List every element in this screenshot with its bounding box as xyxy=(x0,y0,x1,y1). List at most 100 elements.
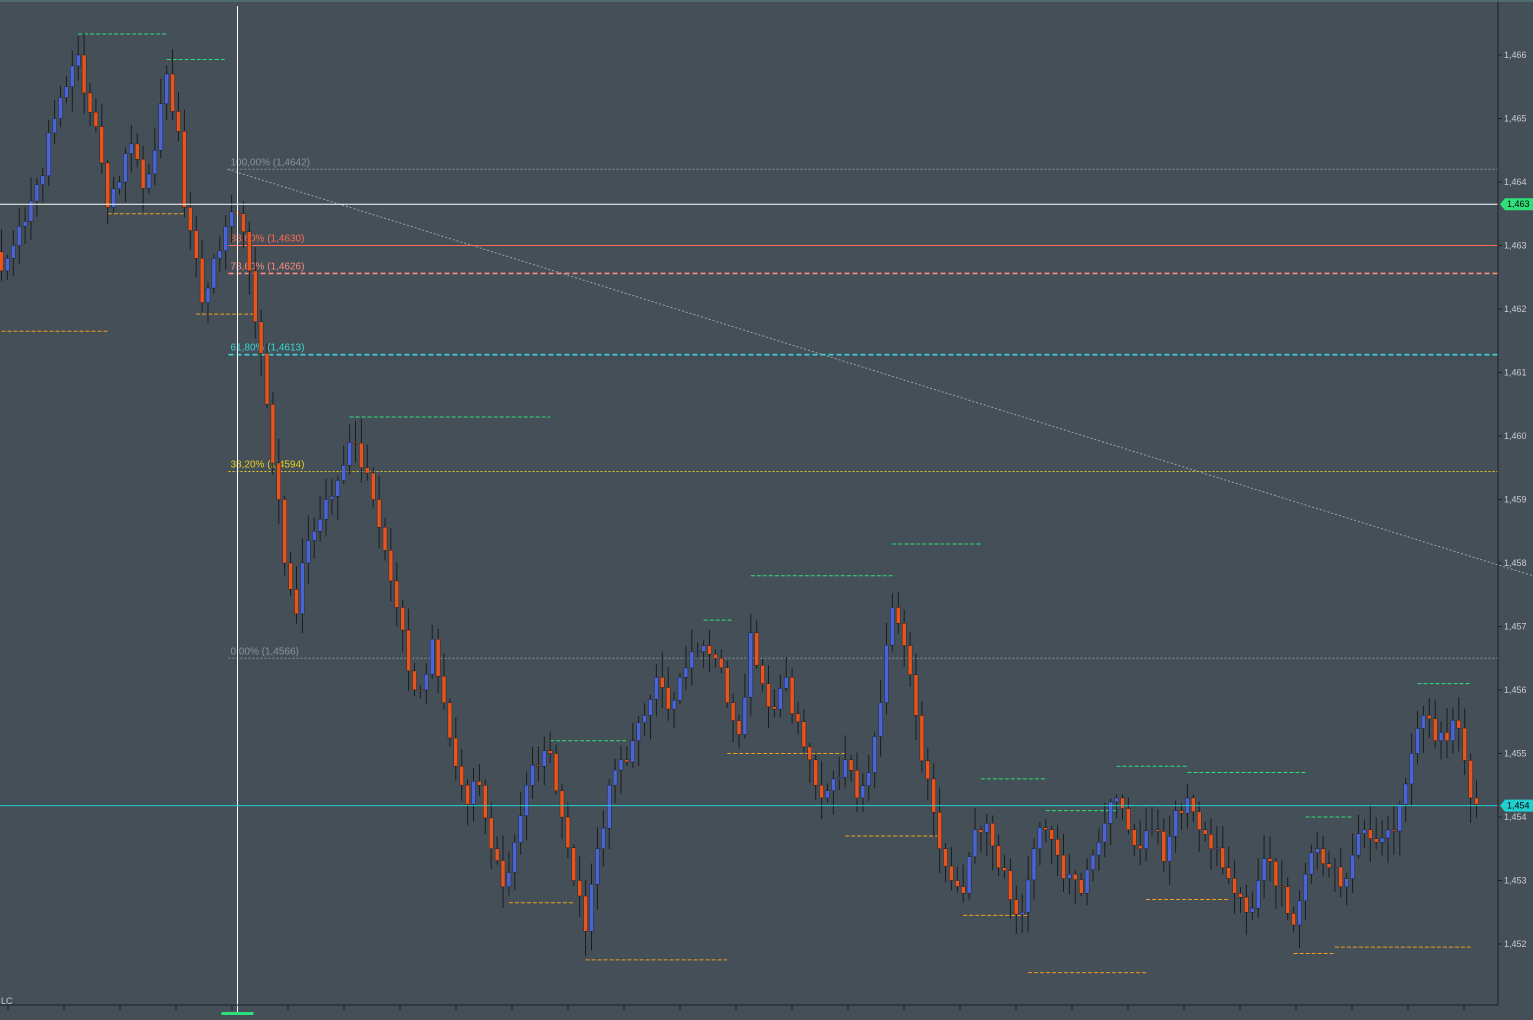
candle-body xyxy=(1044,828,1048,830)
candle-body xyxy=(1321,849,1325,864)
price-tick-label: 1,461 xyxy=(1504,368,1527,378)
candle-body xyxy=(920,715,924,760)
candle-body xyxy=(590,884,594,931)
candle-body xyxy=(1315,849,1319,853)
candle-body xyxy=(300,563,304,614)
price-chart[interactable]: 100,00% (1,4642)88,60% (1,4630)78,60% (1… xyxy=(0,0,1533,1015)
candle-body xyxy=(1427,715,1431,718)
candle-body xyxy=(826,791,830,798)
candle-body xyxy=(1079,880,1083,894)
candle-body xyxy=(914,675,918,716)
candle-body xyxy=(536,765,540,766)
candle-body xyxy=(88,93,92,112)
candle-body xyxy=(790,677,794,713)
candle-body xyxy=(212,258,216,288)
candle-body xyxy=(1469,760,1473,798)
candle-body xyxy=(472,781,476,804)
candle-body xyxy=(460,766,464,785)
candle-body xyxy=(371,473,375,499)
candle-body xyxy=(82,55,86,93)
candle-body xyxy=(1138,845,1142,848)
candle-body xyxy=(808,747,812,760)
candle-body xyxy=(755,633,759,665)
candle-body xyxy=(837,777,841,778)
candle-body xyxy=(200,258,204,302)
candle-body xyxy=(1386,830,1390,838)
candle-body xyxy=(1014,900,1018,915)
candle-body xyxy=(1362,830,1366,834)
candle-body xyxy=(601,828,605,849)
candle-body xyxy=(0,252,4,271)
candle-body xyxy=(194,231,198,259)
candle-body xyxy=(442,676,446,703)
candle-body xyxy=(1150,830,1154,831)
candle-body xyxy=(241,214,245,232)
price-tick-label: 1,465 xyxy=(1504,114,1527,124)
candle-body xyxy=(466,785,470,804)
candle-body xyxy=(902,623,906,645)
candle-body xyxy=(188,207,192,230)
candle-body xyxy=(672,700,676,709)
candle-body xyxy=(330,496,334,499)
candle-body xyxy=(525,785,529,815)
candle-body xyxy=(1162,831,1166,861)
candle-body xyxy=(1126,809,1130,830)
candle-body xyxy=(413,671,417,690)
candle-body xyxy=(477,781,481,785)
candle-body xyxy=(749,633,753,697)
candle-body xyxy=(595,849,599,885)
candle-body xyxy=(106,163,110,207)
candle-body xyxy=(1067,874,1071,878)
candle-body xyxy=(1303,874,1307,901)
candle-body xyxy=(578,881,582,896)
candle-body xyxy=(613,770,617,785)
candle-body xyxy=(395,581,399,608)
candle-body xyxy=(1097,842,1101,855)
candle-body xyxy=(123,154,127,182)
candle-body xyxy=(932,779,936,812)
candle-body xyxy=(1475,798,1479,804)
price-tick-label: 1,459 xyxy=(1504,495,1527,505)
candle-body xyxy=(1180,811,1184,813)
candle-body xyxy=(1073,874,1077,880)
candle-body xyxy=(1056,839,1060,855)
candle-body xyxy=(1003,868,1007,871)
candle-body xyxy=(1445,732,1449,740)
candle-body xyxy=(359,443,363,468)
candle-body xyxy=(1026,880,1030,912)
candle-body xyxy=(483,785,487,818)
candle-body xyxy=(41,176,45,185)
candle-body xyxy=(660,677,664,687)
candle-body xyxy=(306,541,310,563)
candle-body xyxy=(1351,855,1355,878)
candle-body xyxy=(1457,720,1461,728)
candle-body xyxy=(342,465,346,480)
candle-body xyxy=(1032,849,1036,880)
candle-body xyxy=(354,442,358,443)
candle-body xyxy=(1268,859,1272,862)
candle-body xyxy=(383,527,387,550)
candle-body xyxy=(896,607,900,623)
candle-body xyxy=(855,770,859,798)
candle-body xyxy=(1168,836,1172,861)
candle-body xyxy=(1380,838,1384,842)
candle-body xyxy=(1421,715,1425,728)
candle-body xyxy=(1233,878,1237,893)
candle-body xyxy=(731,703,735,721)
candle-body xyxy=(519,816,523,843)
candle-body xyxy=(708,646,712,655)
candle-body xyxy=(448,703,452,738)
candle-body xyxy=(1203,830,1207,835)
candle-body xyxy=(560,791,564,817)
candle-body xyxy=(1439,732,1443,740)
fib-level-label: 38,20% (1,4594) xyxy=(231,460,305,471)
candle-body xyxy=(94,112,98,126)
candle-body xyxy=(348,442,352,465)
price-tick-label: 1,455 xyxy=(1504,749,1527,759)
candle-body xyxy=(53,119,57,133)
candle-body xyxy=(631,741,635,762)
candle-body xyxy=(938,812,942,848)
chart-canvas[interactable]: 100,00% (1,4642)88,60% (1,4630)78,60% (1… xyxy=(0,0,1533,1015)
candle-body xyxy=(271,404,275,463)
corner-label: LC xyxy=(1,996,13,1006)
